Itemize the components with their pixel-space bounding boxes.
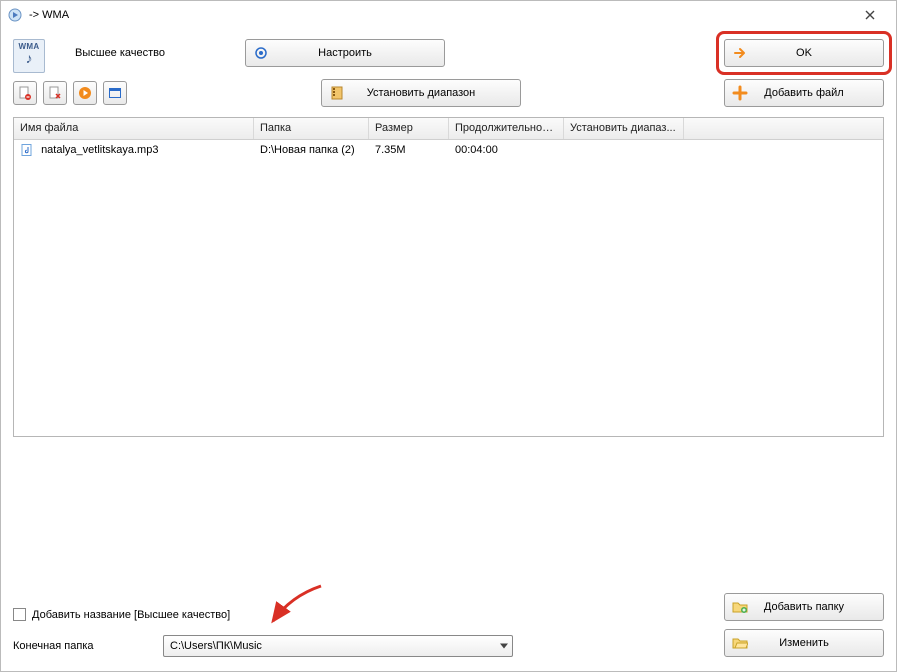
arrow-right-icon <box>731 44 749 62</box>
audio-file-icon <box>20 143 34 157</box>
col-folder[interactable]: Папка <box>254 118 369 139</box>
gear-icon <box>252 44 270 62</box>
window: -> WMA WMA ♪ Высшее качество Настроить <box>0 0 897 672</box>
arrow-annotation <box>261 581 331 631</box>
top-area: WMA ♪ Высшее качество Настроить OK <box>1 29 896 77</box>
ok-label: OK <box>796 47 812 59</box>
view-mode-button[interactable] <box>103 81 127 105</box>
file-table: Имя файла Папка Размер Продолжительность… <box>13 117 884 437</box>
add-name-label: Добавить название [Высшее качество] <box>32 609 230 621</box>
cell-size: 7.35M <box>369 142 449 158</box>
folder-plus-icon <box>731 598 749 616</box>
col-size[interactable]: Размер <box>369 118 449 139</box>
bottom-area: Добавить название [Высшее качество] Коне… <box>1 600 896 671</box>
output-folder-label: Конечная папка <box>13 640 133 652</box>
format-wma-icon: WMA ♪ <box>13 39 45 73</box>
cell-range <box>564 148 684 152</box>
clear-list-button[interactable] <box>43 81 67 105</box>
col-duration[interactable]: Продолжительность <box>449 118 564 139</box>
cell-filename: natalya_vetlitskaya.mp3 <box>41 144 158 156</box>
bottom-right-buttons: Добавить папку Изменить <box>724 593 884 657</box>
col-range[interactable]: Установить диапаз... <box>564 118 684 139</box>
change-folder-button[interactable]: Изменить <box>724 629 884 657</box>
col-empty <box>684 118 883 139</box>
toolbar-row: Установить диапазон Добавить файл <box>1 79 896 107</box>
window-title: -> WMA <box>29 9 69 21</box>
configure-button[interactable]: Настроить <box>245 39 445 67</box>
add-file-label: Добавить файл <box>764 87 843 99</box>
add-folder-label: Добавить папку <box>764 601 844 613</box>
close-button[interactable] <box>850 3 890 27</box>
change-folder-label: Изменить <box>779 637 829 649</box>
table-row[interactable]: natalya_vetlitskaya.mp3 D:\Новая папка (… <box>14 140 883 160</box>
output-folder-combo[interactable]: C:\Users\ПК\Music <box>163 635 513 657</box>
cell-duration: 00:04:00 <box>449 142 564 158</box>
plus-icon <box>731 84 749 102</box>
app-icon <box>7 7 23 23</box>
configure-label: Настроить <box>318 47 372 59</box>
add-file-button[interactable]: Добавить файл <box>724 79 884 107</box>
remove-item-button[interactable] <box>13 81 37 105</box>
set-range-button[interactable]: Установить диапазон <box>321 79 521 107</box>
add-folder-button[interactable]: Добавить папку <box>724 593 884 621</box>
table-header: Имя файла Папка Размер Продолжительность… <box>14 118 883 140</box>
cell-folder: D:\Новая папка (2) <box>254 142 369 158</box>
folder-open-icon <box>731 634 749 652</box>
film-icon <box>328 84 346 102</box>
set-range-label: Установить диапазон <box>367 87 476 99</box>
output-folder-value: C:\Users\ПК\Music <box>170 640 262 652</box>
titlebar: -> WMA <box>1 1 896 29</box>
quality-label: Высшее качество <box>75 47 165 59</box>
play-button[interactable] <box>73 81 97 105</box>
add-name-checkbox[interactable] <box>13 608 26 621</box>
ok-button[interactable]: OK <box>724 39 884 67</box>
col-filename[interactable]: Имя файла <box>14 118 254 139</box>
